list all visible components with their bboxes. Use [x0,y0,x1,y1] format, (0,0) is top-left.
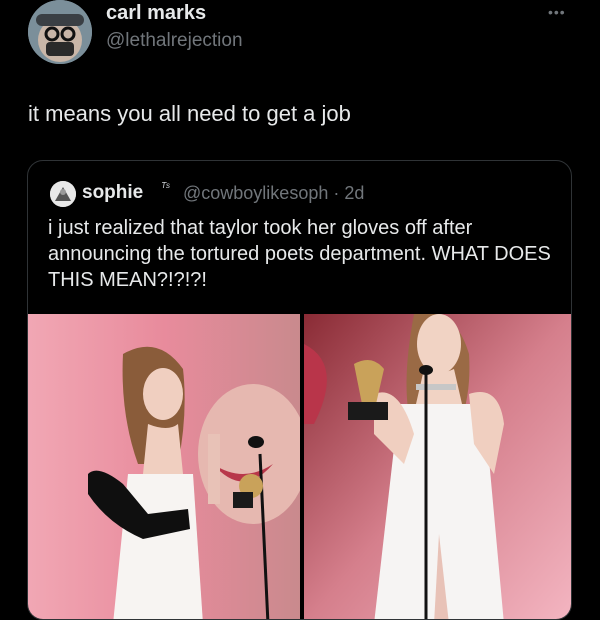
quoted-display-name[interactable]: sophie [82,182,143,204]
author-handle[interactable]: @lethalrejection [106,30,243,52]
more-icon[interactable]: ••• [548,4,566,20]
photo-gloves-on[interactable] [28,314,300,619]
photo-gloves-off[interactable] [304,314,571,619]
quoted-author-avatar[interactable] [50,181,76,207]
quoted-name-badge: ᵀˢ [161,180,170,194]
quoted-tweet-card[interactable]: sophie ᵀˢ @cowboylikesoph · 2d i just re… [27,160,572,620]
tweet-text: it means you all need to get a job [28,101,351,126]
quoted-tweet-text: i just realized that taylor took her glo… [48,217,551,291]
author-avatar[interactable] [28,0,92,64]
author-display-name[interactable]: carl marks [106,2,206,25]
quoted-handle-time[interactable]: @cowboylikesoph · 2d [183,183,364,204]
